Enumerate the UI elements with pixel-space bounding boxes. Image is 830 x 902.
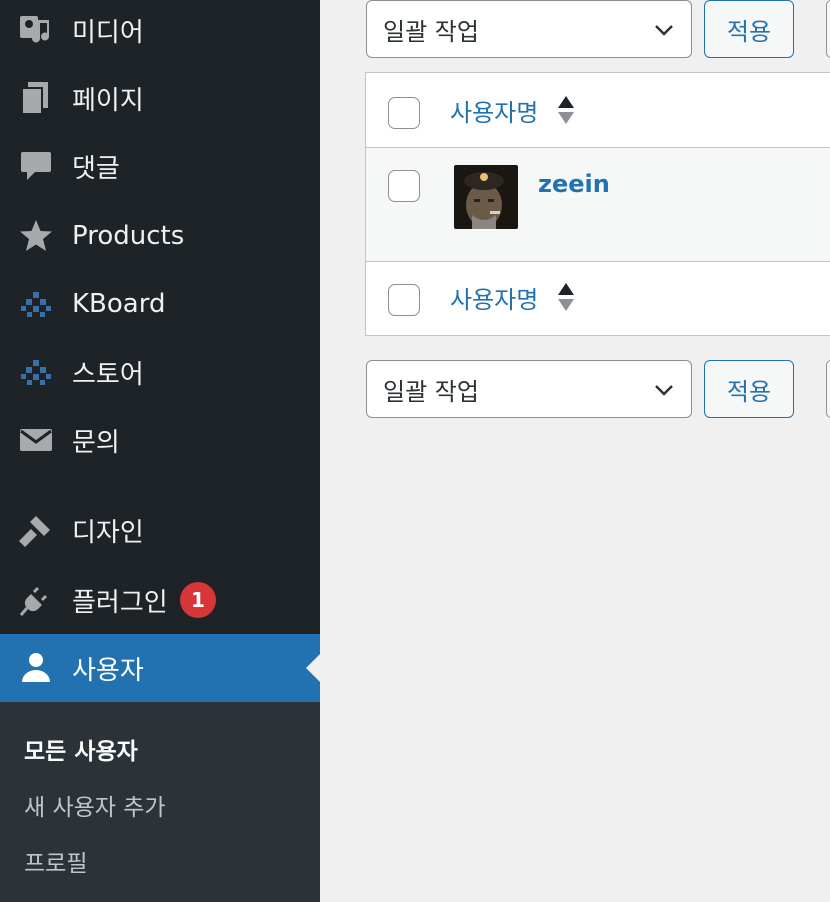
sidebar-item-label: 디자인 [72, 517, 144, 548]
sidebar-item-label: 플러그인 [72, 587, 168, 618]
avatar [454, 165, 518, 229]
sidebar-item-media[interactable]: 미디어 [0, 0, 320, 64]
username-column-footer[interactable]: 사용자명 [450, 280, 538, 315]
table-footer-row: 사용자명 [366, 262, 830, 335]
bulk-action-select-top[interactable]: 일괄 작업 [366, 0, 692, 58]
store-icon [18, 354, 54, 390]
sidebar-item-store[interactable]: 스토어 [0, 338, 320, 406]
row-checkbox[interactable] [388, 170, 420, 202]
sidebar-item-plugins[interactable]: 플러그인 1 [0, 566, 320, 634]
sidebar-item-pages[interactable]: 페이지 [0, 64, 320, 132]
bulk-action-select-value: 일괄 작업 [383, 17, 479, 46]
sidebar-item-users[interactable]: 사용자 [0, 634, 320, 702]
paintbrush-icon [18, 512, 54, 548]
username-link[interactable]: zeein [538, 170, 610, 198]
pages-icon [18, 80, 54, 116]
update-count-badge: 1 [180, 582, 216, 618]
filter-select-top[interactable] [826, 0, 830, 58]
sidebar-item-appearance[interactable]: 디자인 [0, 496, 320, 564]
sort-arrows-icon[interactable] [556, 94, 576, 126]
mail-icon [18, 422, 54, 458]
sidebar-item-label: 댓글 [72, 153, 120, 184]
submenu-profile[interactable]: 프로필 [24, 844, 87, 878]
filter-select-bottom[interactable] [826, 360, 830, 418]
username-column-header[interactable]: 사용자명 [450, 93, 538, 128]
star-icon [18, 218, 54, 254]
sidebar-item-label: 페이지 [72, 85, 144, 116]
users-table: 사용자명 zeein 사용자명 [365, 72, 830, 336]
sidebar-item-kboard[interactable]: KBoard [0, 270, 320, 338]
apply-button-top[interactable]: 적용 [704, 0, 794, 58]
bulk-action-select-value: 일괄 작업 [383, 377, 479, 406]
table-header-row: 사용자명 [366, 73, 830, 148]
submenu-add-user[interactable]: 새 사용자 추가 [24, 788, 166, 822]
sort-arrows-icon[interactable] [556, 281, 576, 313]
sidebar-item-contact[interactable]: 문의 [0, 406, 320, 474]
chevron-down-icon [653, 19, 675, 47]
sidebar-item-label: 문의 [72, 427, 120, 458]
sidebar-item-label: 미디어 [72, 17, 144, 48]
admin-sidebar: 미디어 페이지 댓글 Products KBoard 스토어 문의 디자인 플러… [0, 0, 320, 902]
sidebar-item-label: Products [72, 221, 185, 251]
media-icon [18, 12, 54, 48]
users-submenu: 모든 사용자 새 사용자 추가 프로필 [0, 702, 320, 902]
sidebar-item-products[interactable]: Products [0, 202, 320, 270]
sidebar-item-label: KBoard [72, 289, 166, 319]
sidebar-item-label: 사용자 [72, 655, 144, 686]
select-all-checkbox-footer[interactable] [388, 284, 420, 316]
plugin-icon [18, 582, 54, 618]
sidebar-item-label: 스토어 [72, 359, 144, 390]
kboard-icon [18, 286, 54, 322]
bulk-action-select-bottom[interactable]: 일괄 작업 [366, 360, 692, 418]
select-all-checkbox[interactable] [388, 97, 420, 129]
user-icon [18, 650, 54, 686]
chevron-down-icon [653, 379, 675, 407]
apply-button-bottom[interactable]: 적용 [704, 360, 794, 418]
sidebar-item-comments[interactable]: 댓글 [0, 132, 320, 200]
table-row: zeein [366, 148, 830, 262]
comments-icon [18, 148, 54, 184]
submenu-all-users[interactable]: 모든 사용자 [24, 732, 138, 766]
